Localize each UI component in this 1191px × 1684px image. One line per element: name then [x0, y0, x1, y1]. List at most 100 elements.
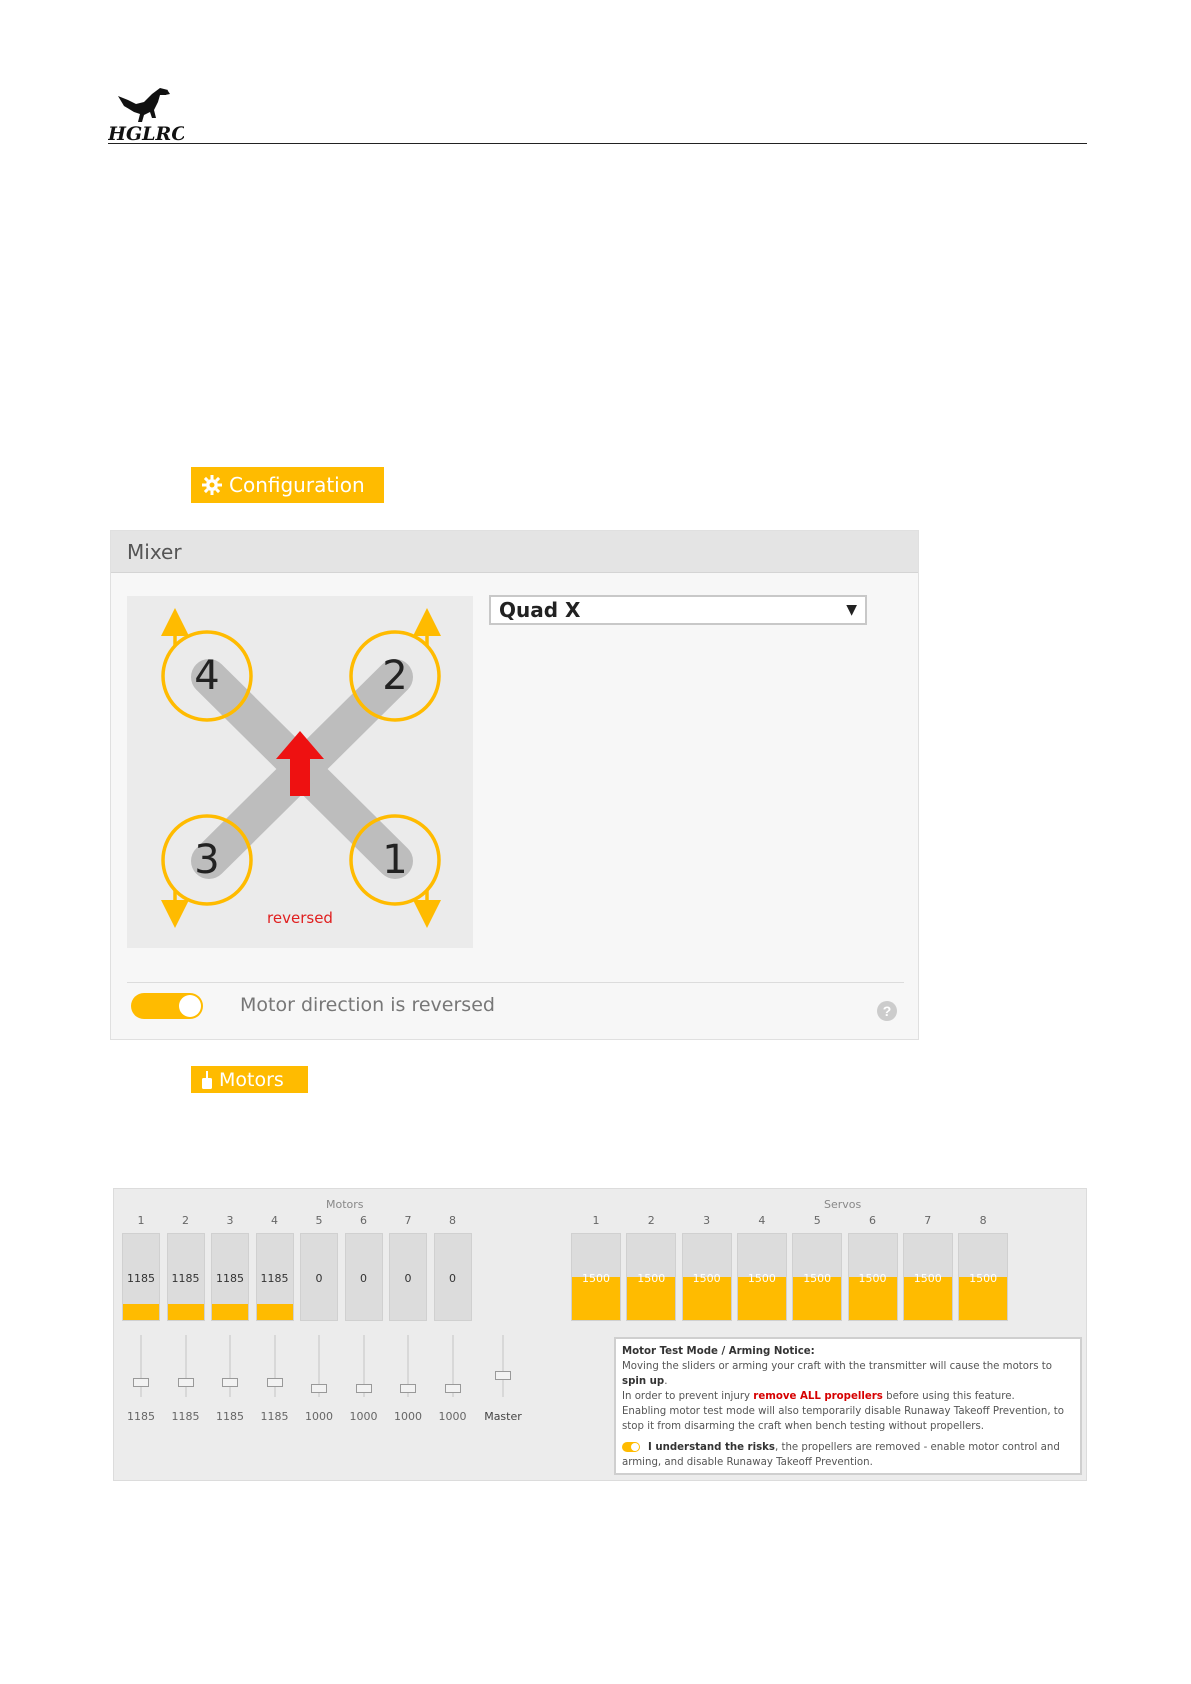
notice-line-1: Moving the sliders or arming your craft …: [622, 1361, 1052, 1387]
motor-slider-handle[interactable]: [266, 1378, 283, 1388]
motor-slider-track[interactable]: [140, 1335, 142, 1397]
motor-slider-value: 1185: [216, 1410, 244, 1423]
motor-label-2: 2: [382, 653, 407, 699]
servo-output-value: 1500: [582, 1272, 610, 1285]
reversed-label: reversed: [267, 909, 333, 927]
motor-slider-value: 1000: [349, 1410, 378, 1423]
motor-output-meter: 0: [433, 1233, 472, 1321]
servo-output-value: 1500: [969, 1272, 998, 1285]
master-slider-handle[interactable]: [495, 1371, 511, 1380]
motor-slider-value: 1185: [260, 1410, 289, 1423]
motor-output-value: 0: [449, 1272, 456, 1285]
motor-output-meter: 1185: [211, 1233, 249, 1321]
mixer-divider: [127, 982, 904, 983]
motor-number: 3: [226, 1214, 234, 1227]
servo-output-value: 1500: [913, 1272, 942, 1285]
servo-output-meter: 1500: [681, 1233, 732, 1321]
motor-output-value: 1185: [216, 1272, 244, 1285]
motor-slider-handle[interactable]: [355, 1384, 372, 1393]
motor-test-notice: Motor Test Mode / Arming Notice: Moving …: [614, 1337, 1082, 1475]
motor-direction-toggle[interactable]: [131, 993, 203, 1019]
motor-output-meter: 0: [300, 1233, 338, 1321]
servo-output-value: 1500: [747, 1272, 776, 1285]
motor-output-meter: 0: [344, 1233, 383, 1321]
motor-output-value: 0: [315, 1272, 323, 1285]
motor-number: 5: [315, 1214, 323, 1227]
servo-output-meter: 1500: [847, 1233, 898, 1321]
servo-output-value: 1500: [692, 1272, 721, 1285]
motor-label-4: 4: [194, 653, 219, 699]
servo-output-meter: 1500: [626, 1233, 677, 1321]
motor-slider-track[interactable]: [273, 1335, 276, 1397]
header-divider: [108, 143, 1087, 144]
motor-number: 7: [404, 1214, 412, 1227]
motor-slider-value: 1185: [127, 1410, 155, 1423]
help-icon[interactable]: ?: [877, 1001, 897, 1021]
servo-output-meter: 1500: [571, 1233, 621, 1321]
master-label: Master: [484, 1410, 522, 1423]
motor-slider-handle[interactable]: [400, 1384, 416, 1393]
notice-title: Motor Test Mode / Arming Notice:: [622, 1346, 815, 1357]
motor-direction-label: Motor direction is reversed: [240, 994, 495, 1016]
motor-number: 4: [271, 1214, 278, 1227]
servo-output-meter: 1500: [958, 1233, 1009, 1321]
motor-output-meter: 1185: [166, 1233, 205, 1321]
servo-number: 2: [647, 1214, 655, 1227]
servos-group-title: Servos: [824, 1198, 862, 1211]
motor-output-meter: 1185: [255, 1233, 294, 1321]
motor-slider-handle[interactable]: [444, 1384, 461, 1393]
servo-output-value: 1500: [803, 1272, 832, 1285]
servo-number: 7: [924, 1214, 932, 1227]
motor-label-3: 3: [194, 837, 219, 883]
motor-output-value: 1185: [127, 1272, 155, 1285]
servo-output-meter: 1500: [792, 1233, 843, 1321]
motor-output-value: 1185: [260, 1272, 289, 1285]
mixer-type-value: Quad X: [499, 598, 581, 622]
motor-slider-value: 1000: [394, 1410, 422, 1423]
motor-test-enable-toggle[interactable]: [622, 1442, 640, 1452]
motor-slider-track[interactable]: [184, 1335, 187, 1397]
notice-line-3: Enabling motor test mode will also tempo…: [622, 1406, 1065, 1432]
motor-number: 6: [360, 1214, 367, 1227]
servo-output-meter: 1500: [736, 1233, 787, 1321]
master-slider-track[interactable]: [502, 1335, 504, 1397]
servo-output-value: 1500: [637, 1272, 666, 1285]
mixer-panel: Mixer 4 2 3 1 reversed Quad X ▼ Motor di…: [110, 530, 919, 1040]
servo-number: 6: [869, 1214, 876, 1227]
motor-number: 1: [137, 1214, 145, 1227]
servo-number: 3: [703, 1214, 711, 1227]
motor-output-value: 1185: [171, 1272, 200, 1285]
motor-output-fill: [123, 1304, 159, 1320]
notice-acknowledge: I understand the risks, the propellers a…: [622, 1442, 1060, 1468]
gear-icon: [201, 474, 223, 496]
mixer-title: Mixer: [127, 539, 182, 564]
motor-output-fill: [167, 1304, 204, 1320]
motor-slider-handle[interactable]: [311, 1384, 327, 1393]
motor-slider-handle[interactable]: [177, 1378, 194, 1388]
configuration-tab-tag: Configuration: [191, 467, 384, 503]
servo-number: 8: [979, 1214, 987, 1227]
servo-output-value: 1500: [858, 1272, 887, 1285]
motor-slider-track[interactable]: [229, 1335, 231, 1397]
motor-label-1: 1: [382, 837, 407, 883]
motors-tab-tag: Motors: [191, 1066, 308, 1093]
motor-number: 8: [449, 1214, 456, 1227]
motor-output-value: 0: [360, 1272, 367, 1285]
motor-icon: [201, 1070, 213, 1090]
motor-output-fill: [212, 1304, 248, 1320]
motors-tag-label: Motors: [219, 1068, 284, 1091]
motor-output-meter: 0: [389, 1233, 427, 1321]
motor-output-meter: 1185: [122, 1233, 160, 1321]
logo-text: HGLRC: [108, 123, 184, 144]
servo-number: 5: [813, 1214, 821, 1227]
mixer-type-select[interactable]: Quad X ▼: [489, 595, 867, 625]
motor-slider-handle[interactable]: [133, 1378, 149, 1388]
motor-number: 2: [182, 1214, 189, 1227]
servo-number: 1: [592, 1214, 600, 1227]
servo-output-meter: 1500: [902, 1233, 953, 1321]
motor-output-value: 0: [404, 1272, 412, 1285]
servo-number: 4: [758, 1214, 766, 1227]
dropdown-caret-icon: ▼: [846, 602, 857, 618]
quad-x-diagram: 4 2 3 1 reversed: [127, 596, 473, 948]
motor-slider-handle[interactable]: [222, 1378, 238, 1388]
